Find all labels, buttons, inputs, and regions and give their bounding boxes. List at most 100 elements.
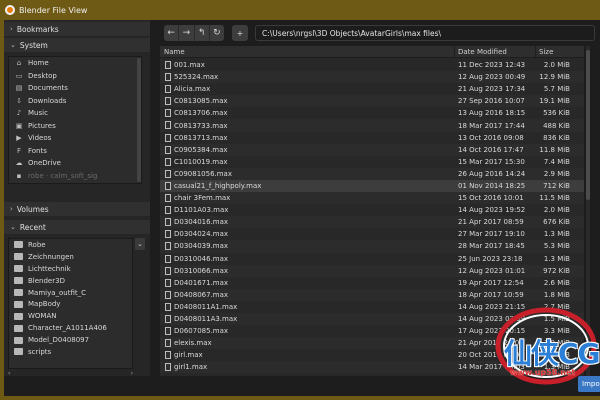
scrollbar-thumb[interactable] (586, 50, 590, 200)
sidebar-item-pictures[interactable]: ▣ Pictures (9, 120, 141, 133)
sidebar-item-documents[interactable]: ▤ Documents (9, 82, 141, 95)
file-date: 19 Apr 2017 12:54 (458, 278, 524, 287)
pictures-icon: ▣ (15, 121, 23, 130)
file-date: 27 Mar 2017 19:10 (458, 230, 525, 239)
file-name: elexis.max (174, 339, 212, 348)
file-row[interactable]: chair 3Fem.max 15 Oct 2016 10:01 11.5 MiB (160, 192, 584, 205)
file-size: 488 KiB (543, 121, 570, 130)
sidebar-item-robe-calm-soft-sig[interactable]: ▪ robe · calm_soft_sig (9, 170, 141, 183)
file-row[interactable]: C0813085.max 27 Sep 2016 10:07 19.1 MiB (160, 95, 584, 108)
file-date: 12 Aug 2023 00:49 (458, 73, 526, 82)
file-row[interactable]: C1010019.max 15 Mar 2017 15:30 7.4 MiB (160, 156, 584, 168)
file-row[interactable]: D0304016.max 21 Apr 2017 08:59 676 KiB (160, 216, 584, 229)
sidebar-item-videos[interactable]: ▶ Videos (9, 132, 141, 145)
file-row[interactable]: C0905384.max 14 Oct 2016 17:47 11.8 MiB (160, 143, 584, 156)
column-divider[interactable] (535, 46, 536, 58)
title-bar[interactable]: Blender File View (0, 0, 600, 20)
sidebar-item-label: Home (28, 59, 49, 68)
file-row[interactable]: D1101A03.max 14 Aug 2023 19:52 2.0 MiB (160, 204, 584, 216)
file-row[interactable]: D0304024.max 27 Mar 2017 19:10 1.3 MiB (160, 228, 584, 240)
new-directory-button[interactable]: + (232, 25, 248, 41)
watermark-url: www.up58.net (510, 368, 576, 377)
file-row[interactable]: casual21_f_highpoly.max 01 Nov 2014 18:25… (160, 179, 584, 193)
recent-item[interactable]: Robe (9, 239, 132, 251)
file-row[interactable]: C0813713.max 13 Oct 2016 09:08 836 KiB (160, 132, 584, 144)
file-size: 2.0 MiB (543, 61, 570, 70)
file-icon (165, 181, 171, 190)
file-icon (165, 302, 171, 311)
back-button[interactable]: ← (164, 25, 180, 41)
forward-button[interactable]: → (179, 25, 195, 41)
sidebar-item-music[interactable]: ♪ Music (9, 107, 141, 120)
file-row[interactable]: Alicia.max 21 Aug 2023 17:34 5.7 MiB (160, 83, 584, 95)
file-name: C0905384.max (174, 145, 228, 154)
file-date: 13 Oct 2016 09:08 (458, 133, 524, 142)
file-row[interactable]: D0304039.max 28 Mar 2017 18:45 5.3 MiB (160, 240, 584, 253)
system-list-scrollbar[interactable] (137, 58, 141, 182)
recent-item-label: Zeichnungen (28, 252, 74, 261)
file-icon (165, 157, 171, 166)
scroll-right-icon[interactable]: › (131, 370, 133, 377)
downloads-icon: ⇩ (16, 96, 22, 105)
file-name: D0408067.max (174, 290, 229, 299)
sidebar-item-desktop[interactable]: ▭ Desktop (9, 70, 141, 83)
system-panel-header[interactable]: ⌄ System (4, 38, 150, 52)
sidebar-item-fonts[interactable]: F Fonts (9, 145, 141, 158)
file-row[interactable]: 525324.max 12 Aug 2023 00:49 12.9 MiB (160, 71, 584, 84)
system-locations-list: ⌂ Home ▭ Desktop ▤ Documents ⇩ Downloads ♪ Music ▣… (8, 56, 142, 184)
recent-panel-header[interactable]: ⌄ Recent (4, 220, 150, 234)
window-title: Blender File View (19, 5, 88, 15)
scroll-left-icon[interactable]: ‹ (8, 370, 10, 377)
sidebar-item-label: robe · calm_soft_sig (28, 171, 98, 180)
file-size: 2.6 MiB (543, 278, 570, 287)
blender-logo-icon (5, 5, 15, 15)
file-row[interactable]: D0310046.max 25 Jun 2023 23:18 1.3 MiB (160, 253, 584, 265)
directory-path-input[interactable]: C:\Users\nrgsl\3D Objects\AvatarGirls\ma… (255, 25, 595, 41)
recent-item[interactable]: WOMAN (9, 310, 132, 322)
navigation-button-group: ← → ↰ ↻ (164, 25, 224, 41)
column-divider[interactable] (454, 46, 455, 58)
file-size: 536 KiB (543, 109, 570, 118)
file-size: 676 KiB (543, 218, 570, 227)
recent-item[interactable]: Blender3D (9, 275, 132, 287)
volumes-panel-header[interactable]: › Volumes (4, 202, 150, 216)
folder-icon (14, 265, 23, 273)
recent-item[interactable]: MapBody (9, 298, 132, 310)
file-row[interactable]: D0401671.max 19 Apr 2017 12:54 2.6 MiB (160, 277, 584, 289)
recent-item[interactable]: Character_A1011A406 (9, 322, 132, 334)
folder-icon (14, 348, 23, 356)
date-column-header[interactable]: Date Modified (458, 48, 507, 56)
recent-item-label: Model_D0408097 (28, 336, 90, 345)
file-name: D0310066.max (174, 266, 229, 275)
recent-menu-chevron-icon[interactable]: ⌄ (135, 238, 145, 250)
file-row[interactable]: 001.max 11 Dec 2023 12:43 2.0 MiB (160, 59, 584, 71)
recent-item[interactable]: scripts (9, 346, 132, 358)
recent-list-footer: ‹ › (8, 370, 133, 377)
file-date: 26 Aug 2016 14:24 (458, 169, 526, 178)
file-row[interactable]: C0813733.max 18 Mar 2017 17:44 488 KiB (160, 119, 584, 132)
file-icon (165, 339, 171, 348)
recent-item[interactable]: Mamiya_outfit_C (9, 287, 132, 299)
sidebar-item-downloads[interactable]: ⇩ Downloads (9, 95, 141, 108)
file-date: 12 Aug 2023 01:01 (458, 266, 526, 275)
system-label: System (19, 40, 48, 50)
sidebar-item-onedrive[interactable]: ☁ OneDrive (9, 157, 141, 170)
file-browser-toolbar: ← → ↰ ↻ + C:\Users\nrgsl\3D Objects\Avat… (160, 24, 600, 42)
recent-item[interactable]: Lichttechnik (9, 263, 132, 275)
recent-item[interactable]: Zeichnungen (9, 251, 132, 263)
bookmarks-panel-header[interactable]: › Bookmarks (4, 22, 150, 36)
recent-item-label: scripts (28, 347, 52, 356)
file-row[interactable]: C0813706.max 13 Aug 2016 18:15 536 KiB (160, 107, 584, 119)
file-row[interactable]: D0310066.max 12 Aug 2023 01:01 972 KiB (160, 264, 584, 277)
refresh-button[interactable]: ↻ (210, 25, 224, 41)
sidebar-item-label: OneDrive (28, 159, 61, 168)
file-size: 1.3 MiB (543, 230, 570, 239)
recent-item[interactable]: Model_D0408097 (9, 334, 132, 346)
recent-label: Recent (19, 222, 46, 232)
parent-directory-button[interactable]: ↰ (195, 25, 210, 41)
file-row[interactable]: C09081056.max 26 Aug 2016 14:24 2.9 MiB (160, 167, 584, 180)
name-column-header[interactable]: Name (164, 48, 185, 56)
size-column-header[interactable]: Size (539, 48, 553, 56)
file-size: 11.8 MiB (539, 145, 570, 154)
sidebar-item-home[interactable]: ⌂ Home (9, 57, 141, 70)
